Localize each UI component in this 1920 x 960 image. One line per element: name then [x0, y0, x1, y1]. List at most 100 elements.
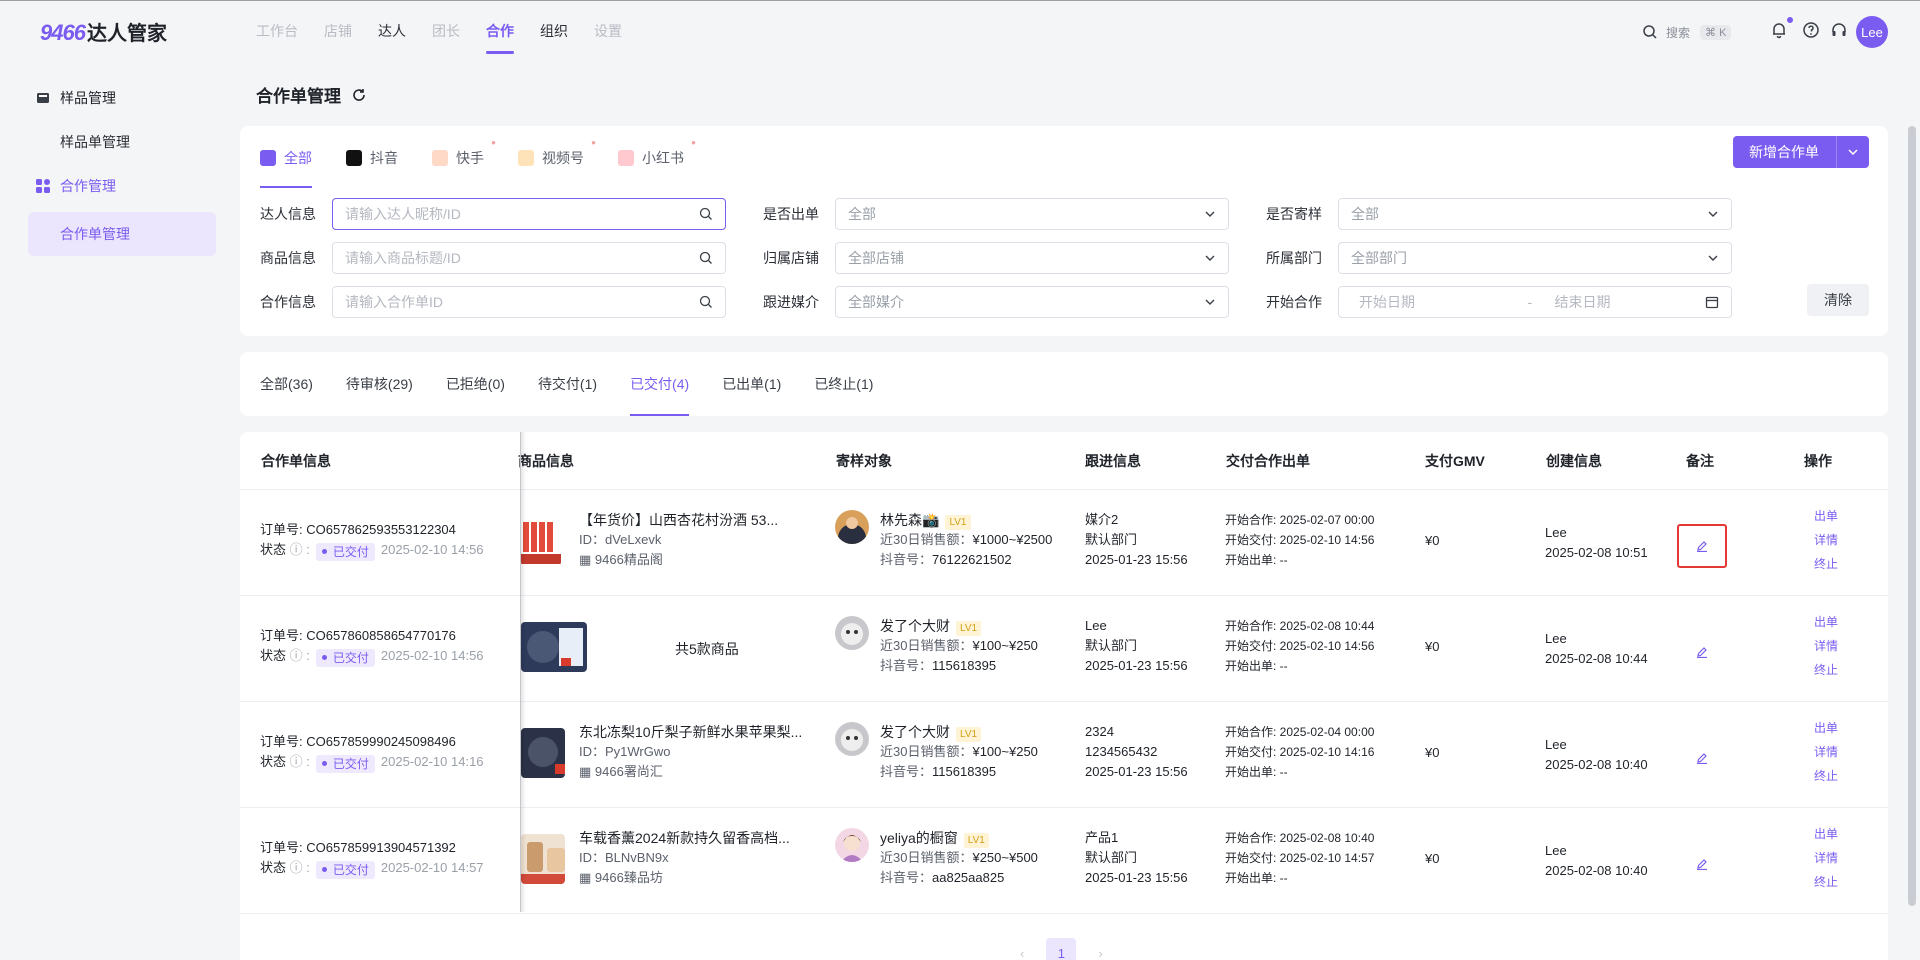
tab-label: 视频号 [542, 150, 584, 166]
action-terminate-link[interactable]: 终止 [1814, 552, 1838, 576]
end-date-placeholder[interactable]: 结束日期 [1555, 292, 1611, 312]
tab-status-terminated[interactable]: 已终止(1) [814, 352, 873, 416]
department-select[interactable]: 全部部门 [1338, 242, 1732, 274]
action-detail-link[interactable]: 详情 [1814, 846, 1838, 870]
edit-note-icon[interactable] [1692, 536, 1712, 556]
scrollbar-thumb[interactable] [1908, 126, 1916, 906]
tab-status-rejected[interactable]: 已拒绝(0) [446, 352, 505, 416]
tab-status-all[interactable]: 全部(36) [260, 352, 313, 416]
action-terminate-link[interactable]: 终止 [1814, 870, 1838, 894]
global-search[interactable]: 搜索 ⌘ K [1632, 17, 1740, 47]
refresh-icon[interactable] [351, 87, 367, 103]
edit-note-icon[interactable] [1692, 642, 1712, 662]
product-search-input[interactable]: 请输入商品标题/ID [332, 242, 726, 274]
level-badge: LV1 [963, 833, 989, 848]
talent-name[interactable]: 发了个大财 [880, 724, 950, 740]
action-order-link[interactable]: 出单 [1814, 504, 1838, 528]
douyin-id: 115618395 [932, 658, 997, 673]
product-image[interactable] [521, 834, 565, 884]
creator-info: Lee 2025-02-08 10:44 [1545, 629, 1648, 669]
tab-all-platforms[interactable]: 全部 [260, 142, 312, 188]
edit-note-icon[interactable] [1692, 854, 1712, 874]
action-terminate-link[interactable]: 终止 [1814, 764, 1838, 788]
store-name: 9466署尚汇 [594, 764, 663, 779]
date-range-picker[interactable]: 开始日期 - 结束日期 [1338, 286, 1732, 318]
sidebar-item-cooperation-orders[interactable]: 合作单管理 [28, 212, 216, 256]
created-time: 2025-02-08 10:51 [1545, 545, 1648, 560]
action-detail-link[interactable]: 详情 [1814, 634, 1838, 658]
app-logo[interactable]: 9466 达人管家 [40, 17, 167, 45]
action-order-link[interactable]: 出单 [1814, 610, 1838, 634]
next-page-button[interactable]: › [1098, 946, 1102, 960]
sidebar-group-cooperation[interactable]: 合作管理 [28, 168, 216, 204]
creator-name: Lee [1545, 525, 1567, 540]
nav-organization[interactable]: 组织 [540, 21, 568, 53]
product-title[interactable]: 车载香薰2024新款持久留香高档... [579, 828, 790, 848]
talent-avatar[interactable] [835, 828, 869, 862]
follow-time: 2025-01-23 15:56 [1085, 764, 1188, 779]
bell-icon[interactable] [1770, 21, 1788, 39]
product-image[interactable] [521, 728, 565, 778]
tab-status-pending[interactable]: 待审核(29) [346, 352, 413, 416]
tab-status-ordered[interactable]: 已出单(1) [722, 352, 781, 416]
product-title[interactable]: 东北冻梨10斤梨子新鲜水果苹果梨... [579, 722, 802, 742]
store-select[interactable]: 全部店铺 [835, 242, 1229, 274]
page-1-button[interactable]: 1 [1046, 938, 1077, 960]
nav-leader[interactable]: 团长 [432, 21, 460, 53]
start-date-placeholder[interactable]: 开始日期 [1359, 292, 1415, 312]
sidebar-item-sample-orders[interactable]: 样品单管理 [28, 124, 216, 160]
product-image[interactable] [521, 622, 587, 672]
action-terminate-link[interactable]: 终止 [1814, 658, 1838, 682]
product-summary[interactable]: 共5款商品 [675, 639, 739, 659]
talent-avatar[interactable] [835, 616, 869, 650]
gmv-value: ¥0 [1425, 851, 1440, 866]
action-detail-link[interactable]: 详情 [1814, 528, 1838, 552]
start-order: 开始出单: -- [1225, 871, 1288, 885]
media-select[interactable]: 全部媒介 [835, 286, 1229, 318]
talent-avatar[interactable] [835, 722, 869, 756]
nav-talent[interactable]: 达人 [378, 21, 406, 53]
action-order-link[interactable]: 出单 [1814, 716, 1838, 740]
follow-info: Lee 默认部门 2025-01-23 15:56 [1085, 616, 1188, 676]
row-actions: 出单 详情 终止 [1814, 610, 1838, 682]
tab-kuaishou[interactable]: 快手 ● [432, 138, 496, 174]
level-badge: LV1 [956, 621, 982, 636]
store-name: 9466臻品坊 [594, 870, 663, 885]
talent-name[interactable]: yeliya的橱窗 [880, 830, 958, 846]
talent-name[interactable]: 林先森📸 [880, 512, 939, 528]
chevron-down-icon[interactable] [1837, 146, 1869, 158]
action-detail-link[interactable]: 详情 [1814, 740, 1838, 764]
tab-shipinhao[interactable]: 视频号 ● [518, 138, 596, 174]
tab-status-delivered[interactable]: 已交付(4) [630, 352, 690, 416]
tab-xiaohongshu[interactable]: 小红书 ● [618, 138, 696, 174]
user-avatar[interactable]: Lee [1856, 16, 1888, 48]
nav-store[interactable]: 店铺 [324, 21, 352, 53]
product-image[interactable] [521, 516, 561, 566]
page-scrollbar[interactable] [1908, 126, 1916, 960]
talent-name[interactable]: 发了个大财 [880, 618, 950, 634]
tab-douyin[interactable]: 抖音 [346, 142, 398, 174]
start-deliver: 开始交付: 2025-02-10 14:56 [1225, 533, 1375, 547]
tab-status-to-deliver[interactable]: 待交付(1) [538, 352, 597, 416]
product-id: ID：dVeLxevk [579, 532, 662, 547]
new-cooperation-button[interactable]: 新增合作单 [1733, 136, 1869, 168]
product-title[interactable]: 【年货价】山西杏花村汾酒 53... [579, 510, 778, 530]
talent-avatar[interactable] [835, 510, 869, 544]
nav-cooperation[interactable]: 合作 [486, 21, 514, 54]
coop-id-input[interactable]: 请输入合作单ID [332, 286, 726, 318]
search-icon [699, 207, 712, 220]
follow-dept: 默认部门 [1085, 532, 1138, 547]
order-status-select[interactable]: 全部 [835, 198, 1229, 230]
help-icon[interactable] [1802, 21, 1820, 39]
clear-button[interactable]: 清除 [1807, 284, 1869, 316]
sample-status-select[interactable]: 全部 [1338, 198, 1732, 230]
chevron-down-icon [1708, 211, 1718, 217]
nav-settings[interactable]: 设置 [594, 21, 622, 53]
headset-icon[interactable] [1830, 21, 1848, 39]
prev-page-button[interactable]: ‹ [1020, 946, 1024, 960]
talent-search-input[interactable]: 请输入达人昵称/ID [332, 198, 726, 230]
sidebar-group-samples[interactable]: 样品管理 [28, 80, 216, 116]
edit-note-icon[interactable] [1692, 748, 1712, 768]
action-order-link[interactable]: 出单 [1814, 822, 1838, 846]
nav-workbench[interactable]: 工作台 [256, 21, 298, 53]
